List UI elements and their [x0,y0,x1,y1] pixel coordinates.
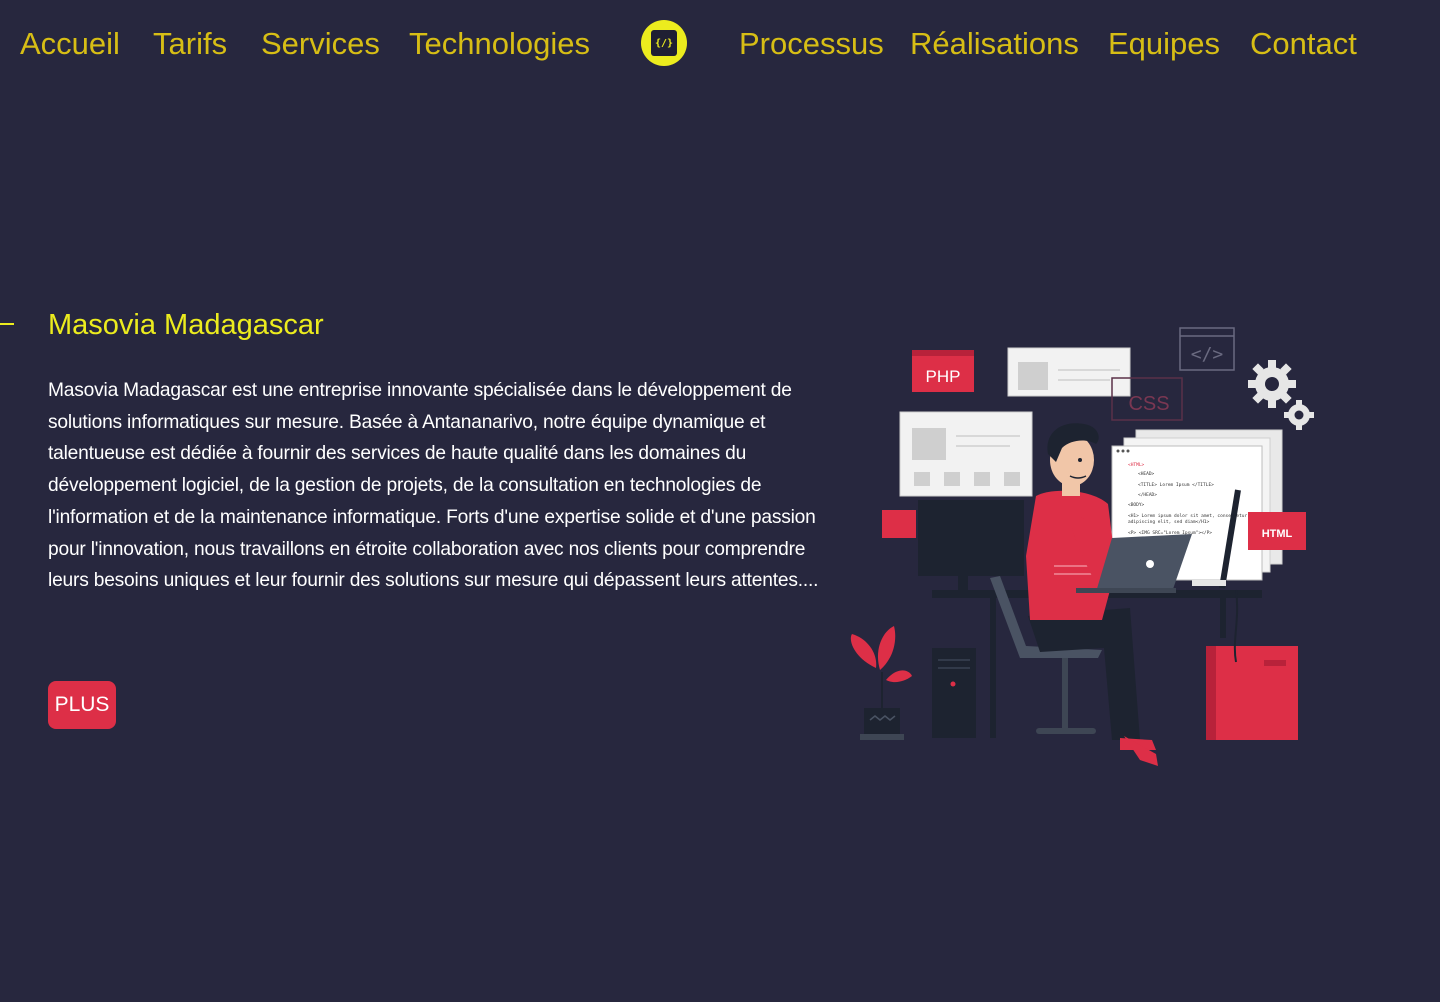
php-tag: PHP [912,350,974,392]
nav-link-equipes[interactable]: Equipes [1108,24,1220,64]
html-tag-label: HTML [1262,528,1293,540]
nav-link-technologies[interactable]: Technologies [409,24,590,64]
desk-leg-right [1220,598,1226,638]
code-line-1: <HTML> [1128,462,1145,468]
nav-link-services[interactable]: Services [261,24,380,64]
developer-illustration: PHP </> CSS <HTML> <HEAD> <TITLE> Lorem … [850,327,1314,766]
gear-icon [1248,360,1296,408]
code-line-7: adipiscing elit, sed diam</H1> [1128,519,1210,525]
browser-card-left [899,411,1033,497]
hero-description: Masovia Madagascar est une entreprise in… [48,380,819,592]
php-tag-label: PHP [926,367,961,386]
code-line-6: <H1> Lorem ipsum dolor sit amet, consect… [1128,513,1247,519]
hero-title: Masovia Madagascar [48,309,324,341]
plus-button[interactable]: PLUS [48,681,116,729]
code-line-5: <BODY> [1128,502,1145,508]
code-line-4: </HEAD> [1138,492,1157,498]
code-line-2: <HEAD> [1138,471,1155,477]
code-chip-icon: {/} [651,30,677,56]
nav-link-accueil[interactable]: Accueil [20,24,120,64]
html-tag: HTML [1248,512,1306,550]
red-card [882,510,916,538]
red-cabinet [1206,646,1298,740]
css-tag-label: CSS [1128,393,1169,415]
desk-leg-left [990,598,996,738]
nav-link-realisations[interactable]: Réalisations [910,24,1079,64]
nav-link-processus[interactable]: Processus [739,24,884,64]
page: Accueil Tarifs Services Technologies {/}… [0,0,1440,1002]
code-symbol: </> [1191,344,1224,365]
pc-tower [932,648,976,738]
code-window: </> [1179,327,1235,371]
gear-small-icon [1284,400,1314,430]
monitor [918,500,1024,592]
logo[interactable]: {/} [641,20,687,66]
title-dash [0,323,14,325]
nav-link-tarifs[interactable]: Tarifs [153,24,227,64]
code-line-3: <TITLE> Lorem Ipsum </TITLE> [1138,482,1214,488]
nav-link-contact[interactable]: Contact [1250,24,1357,64]
plant-icon [850,626,912,740]
logo-text: {/} [654,37,674,49]
